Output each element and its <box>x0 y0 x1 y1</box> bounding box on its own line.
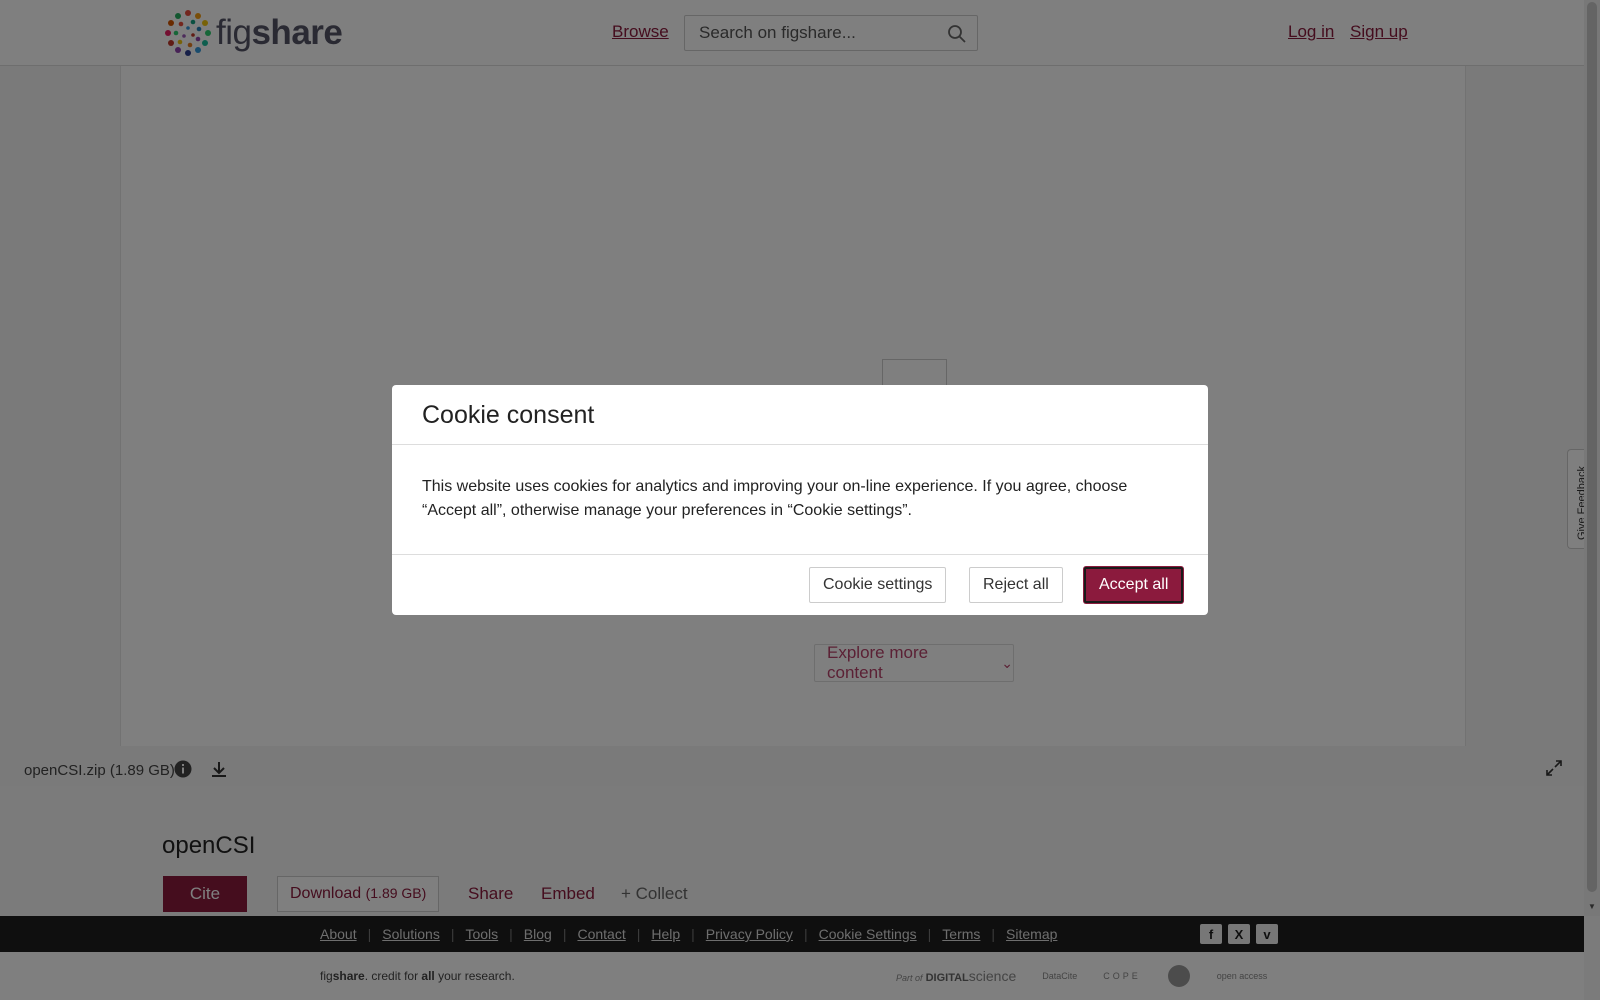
modal-backdrop: Cookie consent This website uses cookies… <box>0 0 1600 1000</box>
dialog-body: This website uses cookies for analytics … <box>392 445 1208 555</box>
cookie-consent-dialog: Cookie consent This website uses cookies… <box>392 385 1208 615</box>
accept-all-button[interactable]: Accept all <box>1084 567 1184 603</box>
reject-all-button[interactable]: Reject all <box>969 567 1063 603</box>
dialog-header: Cookie consent <box>392 385 1208 445</box>
dialog-footer: Cookie settings Reject all Accept all <box>392 555 1208 615</box>
dialog-title: Cookie consent <box>422 401 595 429</box>
cookie-settings-button[interactable]: Cookie settings <box>809 567 947 603</box>
